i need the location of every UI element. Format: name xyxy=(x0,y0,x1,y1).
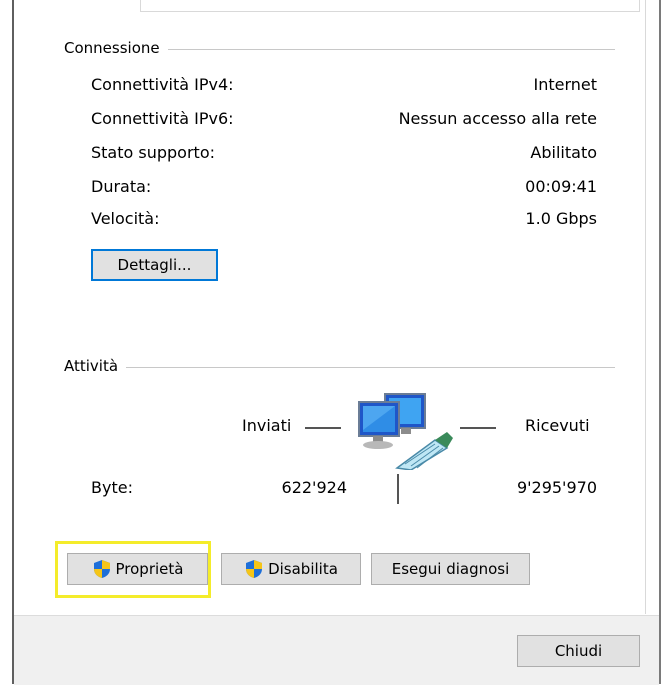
connessione-group-title: Connessione xyxy=(64,39,168,57)
duration-value: 00:09:41 xyxy=(525,177,597,196)
diagnose-button-label: Esegui diagnosi xyxy=(391,560,510,578)
details-button-label: Dettagli... xyxy=(117,256,192,274)
details-button[interactable]: Dettagli... xyxy=(91,249,218,281)
sent-connector-line xyxy=(305,427,341,429)
disable-button-label: Disabilita xyxy=(268,560,338,578)
duration-label: Durata: xyxy=(91,177,152,196)
media-state-row: Stato supporto: Abilitato xyxy=(91,143,597,167)
admin-shield-icon xyxy=(246,560,263,578)
ipv6-row: Connettività IPv6: Nessun accesso alla r… xyxy=(91,109,597,133)
attivita-group-line xyxy=(64,367,615,368)
ipv4-value: Internet xyxy=(533,75,597,94)
received-label: Ricevuti xyxy=(525,416,590,435)
bytes-label: Byte: xyxy=(91,478,133,497)
attivita-group-title: Attività xyxy=(64,357,127,375)
diagnose-button[interactable]: Esegui diagnosi xyxy=(371,553,530,585)
speed-value: 1.0 Gbps xyxy=(525,209,597,228)
ipv4-label: Connettività IPv4: xyxy=(91,75,234,94)
speed-row: Velocità: 1.0 Gbps xyxy=(91,209,597,233)
properties-highlight-box xyxy=(55,541,211,598)
bytes-received-value: 9'295'970 xyxy=(516,478,597,497)
speed-label: Velocità: xyxy=(91,209,160,228)
sent-label: Inviati xyxy=(242,416,292,435)
ipv6-value: Nessun accesso alla rete xyxy=(398,109,597,128)
received-connector-line xyxy=(460,427,496,429)
bytes-sent-value: 622'924 xyxy=(281,478,347,497)
network-computers-icon xyxy=(358,393,453,470)
media-state-value: Abilitato xyxy=(530,143,597,162)
window-right-border xyxy=(659,0,661,684)
tab-strip xyxy=(140,0,640,12)
bytes-divider xyxy=(397,474,399,504)
close-button[interactable]: Chiudi xyxy=(517,635,640,667)
ipv4-row: Connettività IPv4: Internet xyxy=(91,75,597,99)
duration-row: Durata: 00:09:41 xyxy=(91,177,597,201)
ipv6-label: Connettività IPv6: xyxy=(91,109,234,128)
close-button-label: Chiudi xyxy=(554,642,603,660)
media-state-label: Stato supporto: xyxy=(91,143,215,162)
disable-button[interactable]: Disabilita xyxy=(221,553,361,585)
